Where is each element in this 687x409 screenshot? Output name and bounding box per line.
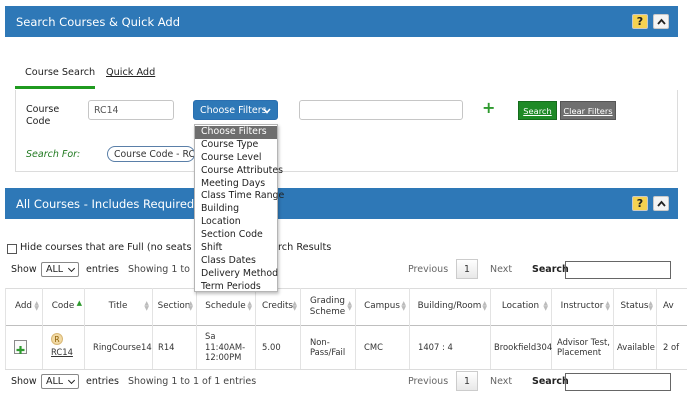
filter-option[interactable]: Term Periods	[195, 281, 277, 294]
col-header-instructor[interactable]: Instructor ▲ ▼	[551, 288, 613, 325]
col-header-campus[interactable]: Campus ▲ ▼	[355, 288, 409, 325]
courses-panel-header: All Courses - Includes Required and E	[5, 188, 678, 219]
add-course-icon[interactable]	[14, 340, 27, 354]
table-search-input[interactable]	[565, 373, 671, 391]
show-label: Show	[11, 264, 37, 275]
hide-full-label-end: rch Results	[278, 242, 332, 253]
search-for-label: Search For:	[26, 149, 81, 160]
page-1-button[interactable]: 1	[456, 371, 478, 391]
col-header-title[interactable]: Title ▲ ▼	[84, 288, 152, 325]
course-code-link[interactable]: RC14	[51, 347, 73, 357]
info-text: Showing 1 to 1 of 1 entries	[128, 376, 257, 387]
col-header-availability[interactable]: Av	[656, 288, 687, 325]
active-tab-indicator	[15, 86, 95, 89]
filter-option[interactable]: Choose Filters	[195, 126, 277, 139]
cell-status: Available	[617, 341, 655, 352]
cell-instructor: Advisor Test, Placement	[557, 336, 610, 358]
hide-full-checkbox[interactable]	[7, 244, 17, 254]
filter-option[interactable]: Class Time Range	[195, 190, 284, 203]
show-label: Show	[11, 376, 37, 387]
clear-filters-button[interactable]: Clear Filters	[560, 101, 616, 120]
course-code-label: Course Code	[26, 104, 60, 127]
col-header-grading[interactable]: Grading Scheme ▲ ▼	[300, 288, 355, 325]
filter-option[interactable]: Location	[195, 216, 277, 229]
col-header-code[interactable]: Code ▲	[42, 288, 84, 325]
filter-option[interactable]: Class Dates	[195, 255, 277, 268]
previous-link[interactable]: Previous	[408, 264, 448, 275]
col-header-section[interactable]: Section ▲ ▼	[152, 288, 196, 325]
cell-credits: 5.00	[262, 341, 281, 352]
filter-option[interactable]: Course Level	[195, 152, 277, 165]
cell-campus: CMC	[364, 341, 383, 352]
page-1-button[interactable]: 1	[456, 259, 478, 279]
entries-label: entries	[86, 264, 119, 275]
next-link[interactable]: Next	[490, 264, 512, 275]
search-chip[interactable]: Course Code - RC14	[107, 146, 195, 162]
search-panel-title: Search Courses & Quick Add	[16, 14, 181, 29]
filter-value-input[interactable]	[299, 100, 463, 120]
tab-course-search[interactable]: Course Search	[25, 67, 95, 78]
filter-select-label: Choose Filters	[200, 105, 267, 116]
help-icon[interactable]: ?	[632, 14, 648, 29]
search-label: Search	[532, 264, 569, 275]
filter-select[interactable]: Choose Filters	[193, 100, 278, 120]
cell-availability: 2 of	[663, 341, 680, 352]
collapse-icon[interactable]	[653, 196, 669, 211]
col-header-status[interactable]: Status ▲ ▼	[613, 288, 656, 325]
table-bottom-border	[5, 369, 687, 370]
chevron-down-icon	[263, 108, 271, 114]
info-text: Showing 1 to 1	[128, 264, 200, 275]
previous-link[interactable]: Previous	[408, 376, 448, 387]
filter-option[interactable]: Course Attributes	[195, 165, 283, 178]
collapse-icon[interactable]	[653, 14, 669, 29]
col-header-location[interactable]: Location ▲ ▼	[490, 288, 551, 325]
table-search-input[interactable]	[565, 261, 671, 279]
cell-title: RingCourse14	[93, 341, 152, 352]
cell-building-room: 1407 : 4	[418, 341, 453, 352]
filter-option[interactable]: Course Type	[195, 139, 277, 152]
filter-option[interactable]: Delivery Method	[195, 268, 278, 281]
add-filter-icon[interactable]: +	[482, 98, 495, 117]
entries-label: entries	[86, 376, 119, 387]
sort-asc-icon: ▲	[76, 299, 82, 307]
chevron-down-icon	[68, 376, 76, 384]
cell-grading: Non- Pass/Fail	[310, 336, 346, 358]
search-button[interactable]: Search	[518, 101, 557, 120]
help-icon[interactable]: ?	[632, 196, 648, 211]
col-header-building-room[interactable]: Building/Room ▲ ▼	[409, 288, 490, 325]
chevron-down-icon	[68, 264, 76, 272]
next-link[interactable]: Next	[490, 376, 512, 387]
required-badge: R	[51, 333, 63, 345]
filter-option[interactable]: Shift	[195, 242, 277, 255]
search-label: Search	[532, 376, 569, 387]
filter-option[interactable]: Meeting Days	[195, 178, 277, 191]
entries-select[interactable]: ALL	[41, 374, 79, 389]
search-panel-header: Search Courses & Quick Add	[5, 6, 678, 37]
filter-dropdown-list: Choose Filters Course Type Course Level …	[194, 124, 284, 294]
filter-option[interactable]: Section Code	[195, 229, 277, 242]
cell-schedule: Sa 11:40AM- 12:00PM	[205, 331, 246, 363]
cell-section: R14	[158, 341, 175, 352]
filter-option[interactable]: Building	[195, 203, 277, 216]
entries-select[interactable]: ALL	[41, 262, 79, 277]
col-header-add[interactable]: Add ▲ ▼	[5, 288, 42, 325]
tab-quick-add[interactable]: Quick Add	[106, 67, 155, 78]
cell-location: Brookfield304	[494, 341, 553, 352]
course-code-input[interactable]: RC14	[88, 100, 174, 120]
